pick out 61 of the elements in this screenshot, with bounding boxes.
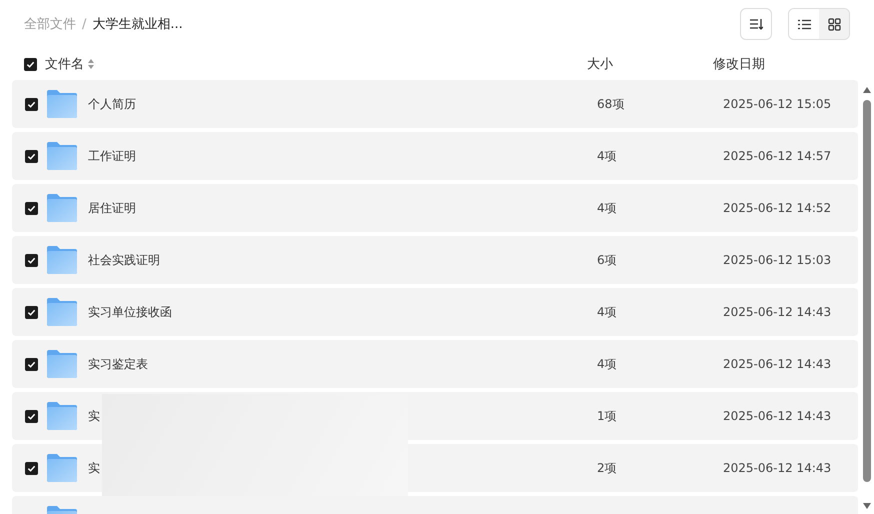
checkbox[interactable]	[25, 202, 38, 214]
modified-date: 2025-06-12 14:43	[723, 357, 832, 371]
modified-date: 2025-06-12 14:52	[723, 201, 832, 215]
modified-date: 2025-06-12 14:43	[723, 305, 832, 319]
list-icon	[798, 18, 810, 30]
folder-row[interactable]: 个人简历 68项 2025-06-12 15:05	[12, 80, 858, 128]
folder-icon	[47, 142, 77, 170]
sort-icon	[749, 18, 763, 30]
folder-name: 实习单位接收函	[88, 304, 172, 318]
checkbox[interactable]	[25, 98, 38, 110]
item-count: 4项	[597, 304, 617, 318]
modified-date: 2025-06-12 15:03	[723, 253, 832, 267]
folder-row[interactable]: 实习单位接收函 4项 2025-06-12 14:43	[12, 288, 858, 336]
folder-name: 实	[88, 408, 100, 422]
modified-date: 2025-06-12 14:43	[723, 409, 832, 423]
folder-row[interactable]: 社会实践证明 6项 2025-06-12 15:03	[12, 236, 858, 284]
folder-row[interactable]: 实习鉴定表 4项 2025-06-12 14:43	[12, 340, 858, 388]
item-count: 68项	[597, 96, 624, 110]
sort-button[interactable]	[740, 8, 772, 40]
folder-icon	[47, 246, 77, 274]
folder-icon	[47, 298, 77, 326]
item-count: 4项	[597, 148, 617, 162]
item-count: 6项	[597, 252, 617, 266]
scrollbar-thumb[interactable]	[863, 100, 871, 482]
folder-icon	[47, 454, 77, 482]
scroll-down-arrow-icon[interactable]	[862, 502, 872, 510]
folder-name: 个人简历	[88, 96, 136, 110]
sort-icon[interactable]	[88, 59, 94, 69]
item-count: 2项	[597, 460, 617, 474]
item-count: 4项	[597, 356, 617, 370]
folder-name: 居住证明	[88, 200, 136, 214]
modified-date: 2025-06-12 14:57	[723, 149, 832, 163]
column-header[interactable]: 文件名	[45, 55, 84, 73]
checkbox[interactable]	[24, 58, 37, 70]
scroll-up-arrow-icon[interactable]	[862, 86, 872, 94]
folder-icon	[47, 90, 77, 118]
folder-icon	[47, 194, 77, 222]
checkbox[interactable]	[25, 306, 38, 318]
column-header[interactable]: 修改日期	[713, 55, 765, 73]
folder-row[interactable]: 居住证明 4项 2025-06-12 14:52	[12, 184, 858, 232]
checkbox[interactable]	[25, 358, 38, 370]
grid-view-button[interactable]	[819, 9, 849, 39]
folder-icon	[47, 402, 77, 430]
breadcrumb-separator: /	[82, 16, 86, 32]
item-count: 4项	[597, 200, 617, 214]
column-header[interactable]: 大小	[587, 57, 613, 72]
folder-icon	[47, 350, 77, 378]
folder-name: 实习鉴定表	[88, 356, 148, 370]
item-count: 1项	[597, 408, 617, 422]
checkbox[interactable]	[25, 254, 38, 266]
modified-date: 2025-06-12 14:43	[723, 461, 832, 475]
modified-date: 2025-06-12 15:05	[723, 97, 832, 111]
checkbox[interactable]	[25, 410, 38, 422]
folder-row[interactable]: 工作证明 4项 2025-06-12 14:57	[12, 132, 858, 180]
grid-icon	[828, 18, 840, 30]
folder-name: 社会实践证明	[88, 252, 160, 266]
checkbox[interactable]	[25, 150, 38, 162]
folder-name: 实	[88, 460, 100, 474]
folder-name: 工作证明	[88, 148, 136, 162]
breadcrumb-link[interactable]: 大学生就业相...	[92, 15, 183, 33]
checkbox[interactable]	[25, 462, 38, 474]
